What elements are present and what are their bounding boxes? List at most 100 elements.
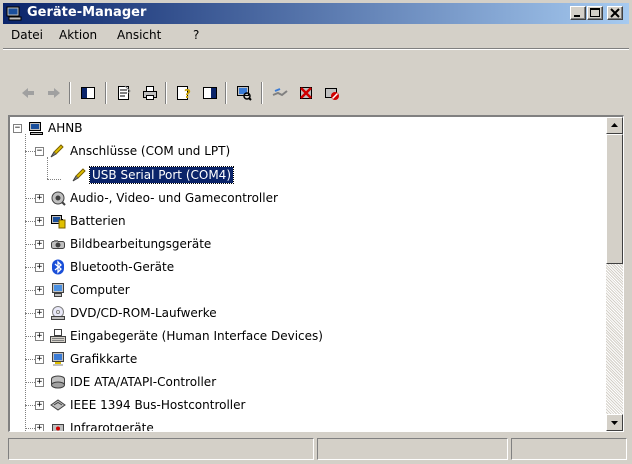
tree-label: Computer <box>70 283 130 297</box>
tree-connector <box>25 382 35 383</box>
tree-label: Anschlüsse (COM und LPT) <box>70 144 231 158</box>
toolbar-separator <box>225 82 227 104</box>
audio-icon <box>50 190 66 206</box>
expand-icon[interactable]: + <box>35 217 44 226</box>
toolbar-separator <box>165 82 167 104</box>
toolbar: ? <box>3 52 629 112</box>
expand-icon[interactable]: + <box>35 263 44 272</box>
tree-label: IEEE 1394 Bus-Hostcontroller <box>70 398 246 412</box>
scroll-up-button[interactable] <box>606 117 623 134</box>
scan-hardware-icon <box>237 86 252 101</box>
expand-icon[interactable]: + <box>35 309 44 318</box>
device-manager-window: Geräte-Manager Datei Aktion Ansicht ? ? … <box>0 0 632 464</box>
tree-connector <box>25 267 35 268</box>
tree-connector <box>47 157 48 179</box>
action-pane-button[interactable] <box>199 82 221 104</box>
toolbar-separator <box>105 82 107 104</box>
tree-label: Eingabegeräte (Human Interface Devices) <box>70 329 323 343</box>
vertical-scrollbar[interactable] <box>606 117 623 431</box>
arrow-down-icon <box>611 421 618 425</box>
properties-icon <box>118 85 131 100</box>
forward-arrow-icon <box>48 88 60 98</box>
display-adapter-icon <box>50 351 66 367</box>
device-tree[interactable]: − AHNB − Anschlüsse (COM und LPT) USB Se… <box>8 115 624 432</box>
print-button[interactable] <box>139 82 161 104</box>
show-hide-action-pane-icon <box>203 87 217 99</box>
expand-icon[interactable]: + <box>35 194 44 203</box>
tree-label-selected: USB Serial Port (COM4) <box>89 166 234 184</box>
tree-connector <box>47 179 61 180</box>
tree-label: Bildbearbeitungsgeräte <box>70 237 212 251</box>
device-manager-icon <box>6 5 22 21</box>
menu-separator <box>3 48 629 50</box>
title-bar[interactable]: Geräte-Manager <box>3 3 629 24</box>
help-button[interactable]: ? <box>173 82 195 104</box>
help-icon: ? <box>177 86 191 101</box>
tree-label: Batterien <box>70 214 126 228</box>
tree-label: DVD/CD-ROM-Laufwerke <box>70 306 217 320</box>
collapse-icon[interactable]: − <box>35 147 44 156</box>
tree-label: IDE ATA/ATAPI-Controller <box>70 375 217 389</box>
console-tree-button[interactable] <box>77 82 99 104</box>
tree-connector <box>25 134 26 431</box>
update-driver-icon <box>272 88 288 97</box>
svg-text:?: ? <box>184 87 191 101</box>
expand-icon[interactable]: + <box>35 424 44 431</box>
uninstall-button[interactable] <box>295 82 317 104</box>
back-arrow-icon <box>22 88 34 98</box>
tree-label: Infrarotgeräte <box>70 421 154 431</box>
status-bar <box>3 438 629 460</box>
computer-icon <box>28 120 44 136</box>
disable-device-icon <box>325 88 339 100</box>
tree-connector <box>25 428 35 429</box>
ide-controller-icon <box>50 374 66 390</box>
maximize-button[interactable] <box>587 6 603 20</box>
tree-connector <box>25 221 35 222</box>
menu-help[interactable]: ? <box>193 28 199 42</box>
tree-root-label: AHNB <box>48 121 83 135</box>
show-hide-console-tree-icon <box>81 87 95 99</box>
minimize-button[interactable] <box>570 6 586 20</box>
menu-bar: Datei Aktion Ansicht ? <box>3 26 629 46</box>
computer-icon <box>50 282 66 298</box>
expand-icon[interactable]: + <box>35 286 44 295</box>
scan-hardware-button[interactable] <box>233 82 255 104</box>
firewire-icon <box>50 397 66 413</box>
menu-ansicht[interactable]: Ansicht <box>117 28 161 42</box>
forward-button[interactable] <box>43 82 65 104</box>
menu-aktion[interactable]: Aktion <box>59 28 97 42</box>
tree-connector <box>25 359 35 360</box>
print-icon <box>143 86 157 100</box>
toolbar-separator <box>261 82 263 104</box>
collapse-icon[interactable]: − <box>13 124 22 133</box>
back-button[interactable] <box>17 82 39 104</box>
tree-connector <box>25 244 35 245</box>
tree-connector <box>25 198 35 199</box>
properties-button[interactable] <box>113 82 135 104</box>
expand-icon[interactable]: + <box>35 332 44 341</box>
tree-connector <box>25 313 35 314</box>
status-pane-3 <box>511 438 627 460</box>
expand-icon[interactable]: + <box>35 378 44 387</box>
expand-icon[interactable]: + <box>35 355 44 364</box>
menu-datei[interactable]: Datei <box>11 28 43 42</box>
cdrom-icon <box>50 305 66 321</box>
status-pane-1 <box>8 438 314 460</box>
window-title: Geräte-Manager <box>27 5 147 20</box>
bluetooth-icon <box>50 259 66 275</box>
expand-icon[interactable]: + <box>35 401 44 410</box>
scroll-track[interactable] <box>606 264 623 414</box>
uninstall-icon <box>300 87 312 99</box>
update-driver-button[interactable] <box>269 82 291 104</box>
scroll-down-button[interactable] <box>606 414 623 431</box>
port-icon <box>72 167 88 183</box>
tree-connector <box>25 151 35 152</box>
battery-icon <box>50 213 66 229</box>
close-button[interactable] <box>607 6 623 20</box>
tree-content: − AHNB − Anschlüsse (COM und LPT) USB Se… <box>10 117 605 431</box>
disable-device-button[interactable] <box>321 82 343 104</box>
expand-icon[interactable]: + <box>35 240 44 249</box>
scroll-thumb[interactable] <box>606 134 623 264</box>
tree-label: Bluetooth-Geräte <box>70 260 175 274</box>
tree-label: Grafikkarte <box>70 352 138 366</box>
